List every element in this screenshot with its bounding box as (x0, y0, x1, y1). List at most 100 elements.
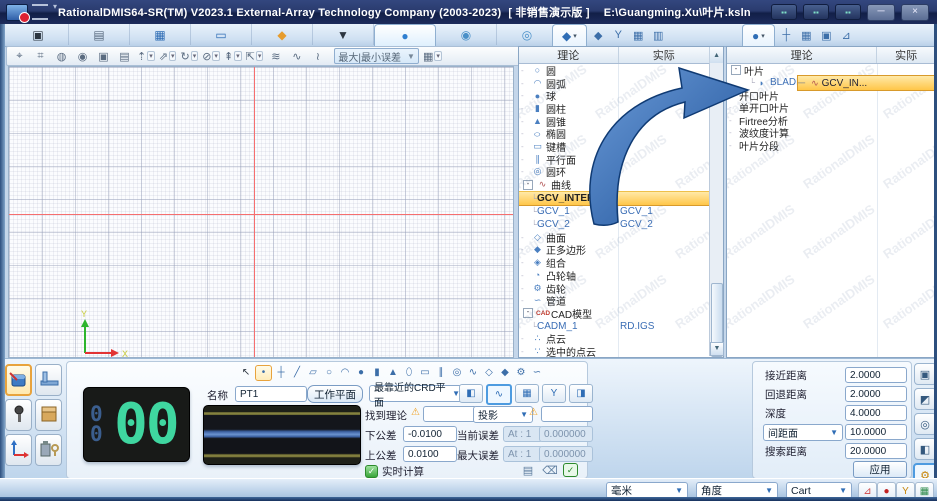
camera-icon[interactable]: ▣ (818, 29, 835, 42)
projection-combo[interactable]: 投影▼ (473, 406, 533, 423)
mid-tree-col-actual[interactable]: 实际 (619, 47, 711, 63)
point-icon[interactable]: • (255, 365, 272, 381)
measure-cube-button[interactable] (5, 364, 32, 396)
drag-ghost-gcv[interactable]: ─∿ GCV_IN... (797, 75, 936, 91)
probe-line-icon[interactable]: ⇗▾ (159, 49, 177, 64)
slot-icon[interactable]: ▭ (418, 367, 432, 378)
caliper-button[interactable] (35, 364, 62, 396)
name-input[interactable]: PT1 (235, 386, 307, 402)
dro-window-icon[interactable]: ▪▪ (803, 4, 829, 20)
probe-point-icon[interactable]: ⇡▾ (137, 49, 155, 64)
grid-photo-icon[interactable]: ▥ (650, 29, 667, 42)
search-distance-input[interactable]: 20.0000 (845, 443, 907, 459)
probe-status-icon[interactable]: ▪▪ (771, 4, 797, 20)
pitch-plane-input[interactable]: 10.0000 (845, 424, 907, 440)
sphere-icon[interactable]: ● (354, 367, 368, 378)
scan-wave-icon[interactable]: ≋ (267, 49, 284, 64)
unit-combo[interactable]: 毫米▼ (606, 482, 688, 499)
collapse-icon[interactable]: - (523, 180, 533, 190)
tree-item-selected-point-cloud[interactable]: -∵选中的点云 (519, 345, 723, 357)
report-tab[interactable]: ◎ (497, 24, 558, 45)
axes-icon[interactable]: ┼ (274, 367, 288, 378)
table-toggle-icon[interactable]: ▦ (515, 384, 539, 403)
feature-cube-icon[interactable]: ◆ (590, 29, 607, 42)
evaluate-tab[interactable]: ◉ (436, 24, 497, 45)
collapse-icon[interactable]: - (731, 65, 741, 75)
graphics-viewport[interactable]: Y X (8, 66, 514, 358)
machine-link-icon[interactable]: ▪▪ (835, 4, 861, 20)
table-icon[interactable]: ▦ (798, 29, 815, 42)
approach-distance-input[interactable]: 2.0000 (845, 367, 907, 383)
eye-view-icon[interactable]: ◉ (74, 49, 91, 64)
projection-value-input[interactable] (541, 406, 593, 422)
label-box-icon[interactable]: ▤ (116, 49, 133, 64)
document-tab[interactable]: ▤ (69, 24, 130, 45)
scroll-down-button[interactable]: ▼ (710, 342, 724, 356)
graph-toggle-icon[interactable]: ∿ (486, 384, 512, 405)
caliper-y-icon[interactable]: Y (610, 29, 627, 41)
tree-item-curve[interactable]: -∿曲线 (519, 178, 723, 191)
machine-setup-button[interactable] (35, 434, 62, 466)
cylinder-icon[interactable]: ▮ (370, 367, 384, 378)
tree-item-cad-model[interactable]: -CADCAD模型 (519, 307, 723, 320)
probe-button[interactable] (5, 399, 32, 431)
angle-combo[interactable]: 角度▼ (696, 482, 778, 499)
collapse-icon[interactable]: - (523, 308, 533, 318)
retract-distance-input[interactable]: 2.0000 (845, 386, 907, 402)
probe-circle-icon[interactable]: ↻▾ (180, 49, 198, 64)
machine-tab[interactable]: ▣ (8, 24, 69, 45)
scroll-up-button[interactable]: ▲ (710, 47, 723, 63)
table-tab[interactable]: ▦ (130, 24, 191, 45)
scan-section-icon[interactable]: ≀ (309, 49, 326, 64)
dome-view-icon[interactable]: ◍ (53, 49, 70, 64)
crown-icon[interactable]: ▦ (630, 29, 647, 42)
joystick-icon[interactable]: ● (877, 482, 896, 500)
tree-item-gcv-inter1[interactable]: └GCV_INTER1 (519, 191, 723, 206)
probe-toggle-icon[interactable]: Y (542, 384, 566, 403)
tree-item-gcv-1[interactable]: └GCV_1 GCV_1 (519, 206, 723, 219)
calibrate-tab[interactable]: ◆ (252, 24, 313, 45)
arc-icon[interactable]: ◠ (338, 367, 352, 378)
menu-icon[interactable] (32, 4, 48, 20)
crd-plane-combo[interactable]: 最靠近的CRD平面▼ (369, 385, 465, 402)
circle-icon[interactable]: ○ (322, 367, 336, 378)
polygon-icon[interactable]: ◆ (498, 367, 512, 378)
axes-icon[interactable]: ┼ (778, 29, 795, 41)
monitor-tab[interactable]: ▭ (191, 24, 252, 45)
grab-probe-icon[interactable]: ↖ (239, 367, 253, 378)
curve-icon[interactable]: ∿ (466, 367, 480, 378)
cone-icon[interactable]: ▲ (386, 367, 400, 378)
gear-icon[interactable]: ⚙ (514, 367, 528, 378)
result-toggle-icon[interactable]: ◨ (569, 384, 593, 403)
report-grid-icon[interactable]: ▦▾ (423, 49, 442, 64)
upper-tolerance-input[interactable]: 0.0100 (403, 446, 457, 462)
feature-view-tab[interactable]: ◆ ▾ (552, 24, 587, 46)
lower-tolerance-input[interactable]: -0.0100 (403, 426, 457, 442)
probe-arc-icon[interactable]: ⊘▾ (202, 49, 220, 64)
pitch-plane-combo[interactable]: 间距面▼ (763, 424, 843, 441)
workplane-button[interactable]: 工作平面 (307, 385, 363, 403)
measure-tab[interactable]: ● (374, 24, 436, 46)
probe-angle-icon[interactable]: Y (896, 482, 915, 500)
depth-input[interactable]: 4.0000 (845, 405, 907, 421)
coord-combo[interactable]: Cart▼ (786, 482, 852, 499)
plane-icon[interactable]: ▱ (306, 367, 320, 378)
close-button[interactable]: × (901, 4, 929, 21)
probe-plane-icon[interactable]: ⇞▾ (224, 49, 242, 64)
realtime-calc-checkbox[interactable]: ✓ 实时计算 (365, 464, 424, 479)
snapshot-icon[interactable]: ▣ (95, 49, 112, 64)
surface-icon[interactable]: ◇ (482, 367, 496, 378)
pan-icon[interactable]: ⌖ (11, 49, 28, 64)
clear-icon[interactable]: ⌫ (541, 463, 559, 477)
ruler-y-icon[interactable]: ⊿ (838, 29, 855, 42)
tree-item-blade-segment[interactable]: -叶片分段 (727, 139, 935, 152)
report-icon[interactable]: ▤ (519, 463, 537, 477)
parallel-planes-icon[interactable]: ∥ (434, 367, 448, 378)
coordinate-axes-button[interactable] (5, 434, 32, 466)
scan-curve-icon[interactable]: ∿ (288, 49, 305, 64)
apply-check-icon[interactable]: ✓ (563, 463, 578, 477)
probe-scan-icon[interactable]: ⇱▾ (246, 49, 264, 64)
mid-tree-col-theory[interactable]: 理论 (519, 47, 619, 63)
dro-grid-icon[interactable]: ▦ (915, 482, 934, 500)
probe-tab[interactable]: ▼ (313, 24, 374, 45)
